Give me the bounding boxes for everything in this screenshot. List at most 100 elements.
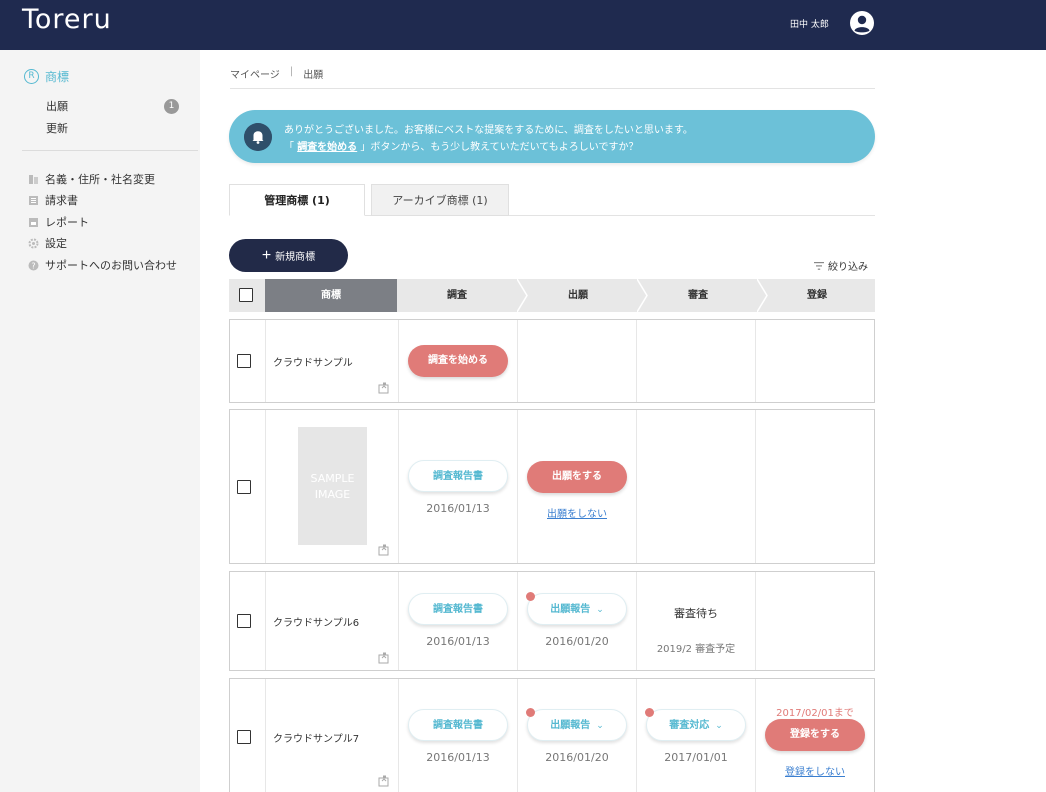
document-icon xyxy=(29,174,38,184)
filter-icon xyxy=(814,261,824,270)
trademark-name[interactable]: クラウドサンプル6 xyxy=(273,614,359,629)
column-divider xyxy=(636,320,637,402)
start-survey-button[interactable]: 調査を始める xyxy=(408,345,508,377)
notice-banner: ありがとうございました。お客様にベストな提案をするために、調査をしたいと思います… xyxy=(229,110,875,163)
sidebar-item-support[interactable]: ? サポートへのお問い合わせ xyxy=(28,257,177,273)
column-divider xyxy=(517,679,518,792)
column-divider xyxy=(636,679,637,792)
attachment-icon[interactable] xyxy=(378,544,390,556)
survey-date: 2016/01/13 xyxy=(426,502,490,515)
sidebar-section-label: 商標 xyxy=(45,69,70,84)
examination-response-label: 審査対応 xyxy=(669,720,710,731)
survey-report-button[interactable]: 調査報告書 xyxy=(408,593,508,625)
column-header-examination: 審査 xyxy=(688,290,708,301)
new-trademark-button[interactable]: + 新規商標 xyxy=(229,239,348,272)
filing-report-dropdown[interactable]: 出願報告 ⌄ xyxy=(527,709,627,741)
sidebar-item-label: レポート xyxy=(45,216,89,229)
plus-icon: + xyxy=(261,246,272,264)
breadcrumb-separator: | xyxy=(289,66,294,77)
examination-response-dropdown[interactable]: 審査対応 ⌄ xyxy=(646,709,746,741)
logo[interactable]: Toreru xyxy=(22,4,112,35)
sidebar-item-report[interactable]: レポート xyxy=(28,214,89,230)
row-checkbox[interactable] xyxy=(237,614,251,628)
row-checkbox[interactable] xyxy=(237,480,251,494)
breadcrumb-mypage[interactable]: マイページ xyxy=(230,66,280,81)
user-avatar-icon[interactable] xyxy=(850,11,874,35)
chevron-down-icon: ⌄ xyxy=(715,720,723,730)
column-divider xyxy=(265,410,266,563)
column-divider xyxy=(517,320,518,402)
notice-text-line1: ありがとうございました。お客様にベストな提案をするために、調査をしたいと思います… xyxy=(284,125,693,136)
skip-registration-link[interactable]: 登録をしない xyxy=(755,763,875,778)
skip-filing-link[interactable]: 出願をしない xyxy=(517,505,637,520)
select-all-checkbox[interactable] xyxy=(239,288,253,302)
start-survey-link[interactable]: 調査を始める xyxy=(297,142,357,153)
notification-dot xyxy=(645,708,654,717)
sample-image-text: SAMPLE xyxy=(310,472,355,485)
column-divider xyxy=(265,572,266,670)
notification-dot xyxy=(526,708,535,717)
checkbox-box xyxy=(237,480,251,494)
breadcrumb-divider xyxy=(230,88,875,89)
register-button[interactable]: 登録をする xyxy=(765,719,865,751)
chevron-down-icon: ⌄ xyxy=(596,604,604,614)
filing-report-label: 出願報告 xyxy=(550,720,591,731)
attachment-icon[interactable] xyxy=(378,775,390,787)
sidebar-item-label: 請求書 xyxy=(45,194,78,207)
table-row: クラウドサンプル6 調査報告書 2016/01/13 出願報告 ⌄ 2016/01… xyxy=(229,571,875,671)
examination-date: 2017/01/01 xyxy=(664,751,728,764)
sidebar-item-name-change[interactable]: 名義・住所・社名変更 xyxy=(28,171,155,187)
sample-image-text: IMAGE xyxy=(314,488,351,501)
column-divider xyxy=(636,572,637,670)
notice-bracket-open: 「 xyxy=(284,142,294,153)
trademark-sample-image[interactable]: SAMPLE IMAGE xyxy=(298,427,367,545)
sidebar-divider xyxy=(22,150,198,151)
user-name[interactable]: 田中 太郎 xyxy=(790,17,829,30)
help-icon: ? xyxy=(28,260,39,270)
attachment-icon[interactable] xyxy=(378,652,390,664)
attachment-icon[interactable] xyxy=(378,382,390,394)
trademark-name[interactable]: クラウドサンプル xyxy=(273,354,353,369)
survey-report-button[interactable]: 調査報告書 xyxy=(408,460,508,492)
file-application-button[interactable]: 出願をする xyxy=(527,461,627,493)
sidebar-item-label: 設定 xyxy=(45,237,67,250)
filing-report-dropdown[interactable]: 出願報告 ⌄ xyxy=(527,593,627,625)
sidebar-item-label: サポートへのお問い合わせ xyxy=(45,259,177,272)
checkbox-box xyxy=(237,614,251,628)
table-row: クラウドサンプル 調査を始める xyxy=(229,319,875,403)
report-icon xyxy=(29,217,38,227)
sidebar-item-invoice[interactable]: 請求書 xyxy=(28,192,78,208)
sidebar: R 商標 出願 1 更新 名義・住所・社名変更 請求書 レポート 設定 ? サポ… xyxy=(0,50,200,792)
column-divider xyxy=(517,410,518,563)
bell-icon xyxy=(244,123,272,151)
survey-date: 2016/01/13 xyxy=(426,751,490,764)
app-header: Toreru 田中 太郎 xyxy=(0,0,1046,50)
sidebar-section-trademark[interactable]: R 商標 xyxy=(24,68,69,84)
tab-managed-trademarks[interactable]: 管理商標 (1) xyxy=(229,184,365,216)
row-checkbox[interactable] xyxy=(237,354,251,368)
svg-text:?: ? xyxy=(31,261,35,270)
sidebar-item-filing[interactable]: 出願 xyxy=(46,98,68,114)
sidebar-item-settings[interactable]: 設定 xyxy=(28,235,67,251)
column-divider xyxy=(636,410,637,563)
column-divider xyxy=(755,320,756,402)
examination-status: 審査待ち xyxy=(674,607,718,620)
trademark-name[interactable]: クラウドサンプル7 xyxy=(273,730,359,745)
checkbox-box xyxy=(239,288,253,302)
checkbox-box xyxy=(237,354,251,368)
column-divider xyxy=(398,679,399,792)
invoice-icon xyxy=(29,195,38,205)
sidebar-item-label: 名義・住所・社名変更 xyxy=(45,173,155,186)
chevron-down-icon: ⌄ xyxy=(596,720,604,730)
column-header-registration: 登録 xyxy=(807,290,827,301)
notice-bracket-rest: 」ボタンから、もう少し教えていただいてもよろしいですか？ xyxy=(360,142,639,153)
column-divider xyxy=(755,410,756,563)
survey-report-button[interactable]: 調査報告書 xyxy=(408,709,508,741)
filter-button[interactable]: 絞り込み xyxy=(814,258,868,273)
column-divider xyxy=(398,572,399,670)
filing-report-label: 出願報告 xyxy=(550,604,591,615)
sidebar-item-renewal[interactable]: 更新 xyxy=(46,120,68,136)
tab-archived-trademarks[interactable]: アーカイブ商標 (1) xyxy=(371,184,509,216)
column-header-survey: 調査 xyxy=(447,290,467,301)
row-checkbox[interactable] xyxy=(237,730,251,744)
